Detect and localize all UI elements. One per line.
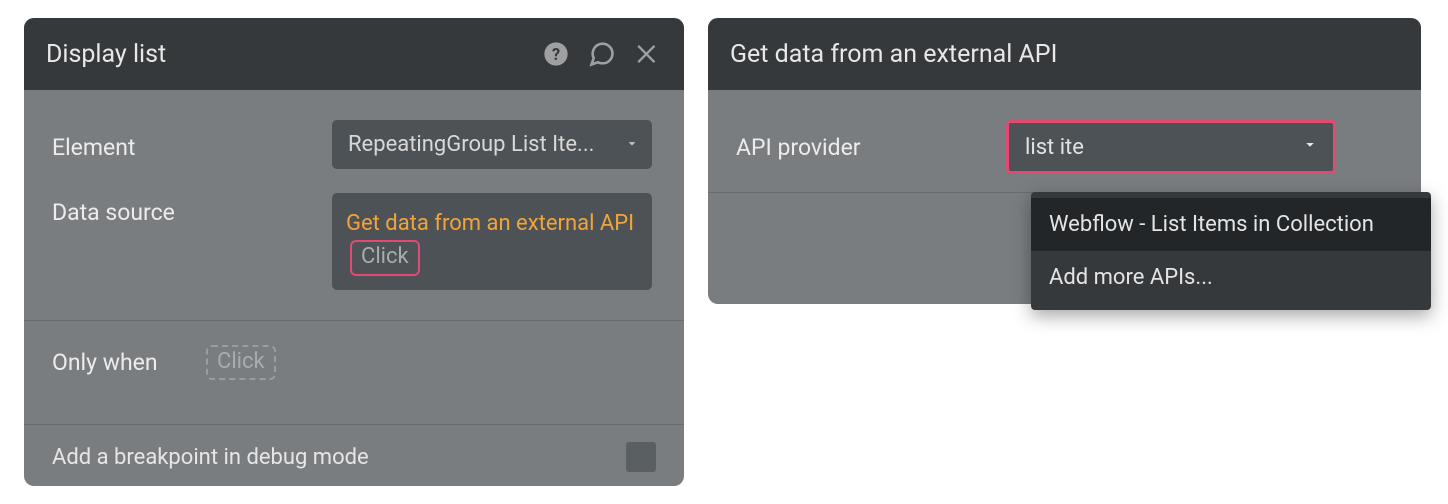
comment-icon[interactable] — [588, 40, 616, 68]
dropdown-item-add-more[interactable]: Add more APIs... — [1031, 251, 1431, 304]
dropdown-item-webflow[interactable]: Webflow - List Items in Collection — [1031, 198, 1431, 251]
panel-header: Get data from an external API — [708, 18, 1421, 90]
datasource-label: Data source — [52, 193, 332, 226]
api-provider-label: API provider — [736, 134, 1006, 161]
panel-body: Element RepeatingGroup List Ite... Data … — [24, 90, 684, 495]
element-select-value: RepeatingGroup List Ite... — [348, 132, 594, 157]
api-provider-row: API provider list ite — [708, 90, 1421, 192]
breakpoint-row: Add a breakpoint in debug mode — [24, 425, 684, 495]
only-when-label: Only when — [52, 349, 202, 376]
breakpoint-checkbox[interactable] — [626, 442, 656, 472]
header-icons: ? — [542, 40, 662, 68]
api-provider-input-value: list ite — [1025, 135, 1084, 160]
help-icon[interactable]: ? — [542, 40, 570, 68]
display-list-panel: Display list ? Element RepeatingGroup Li… — [24, 18, 684, 486]
panel-title: Get data from an external API — [730, 40, 1399, 69]
only-when-click-pill[interactable]: Click — [206, 345, 276, 381]
datasource-click-pill[interactable]: Click — [350, 240, 420, 276]
api-provider-combobox[interactable]: list ite — [1006, 120, 1336, 174]
breakpoint-label: Add a breakpoint in debug mode — [52, 445, 369, 470]
only-when-row: Only when Click — [24, 321, 684, 405]
element-select[interactable]: RepeatingGroup List Ite... — [332, 120, 652, 169]
element-label: Element — [52, 128, 332, 161]
datasource-expression[interactable]: Get data from an external API Click — [332, 193, 652, 290]
panel-header: Display list ? — [24, 18, 684, 90]
element-row: Element RepeatingGroup List Ite... — [24, 90, 684, 183]
chevron-down-icon — [624, 132, 640, 157]
chevron-down-icon — [1301, 135, 1319, 160]
close-icon[interactable] — [634, 40, 662, 68]
panel-title: Display list — [46, 40, 528, 69]
api-provider-dropdown: Webflow - List Items in Collection Add m… — [1031, 192, 1431, 310]
datasource-row: Data source Get data from an external AP… — [24, 183, 684, 300]
datasource-expression-text: Get data from an external API — [346, 211, 634, 236]
svg-text:?: ? — [552, 45, 560, 64]
